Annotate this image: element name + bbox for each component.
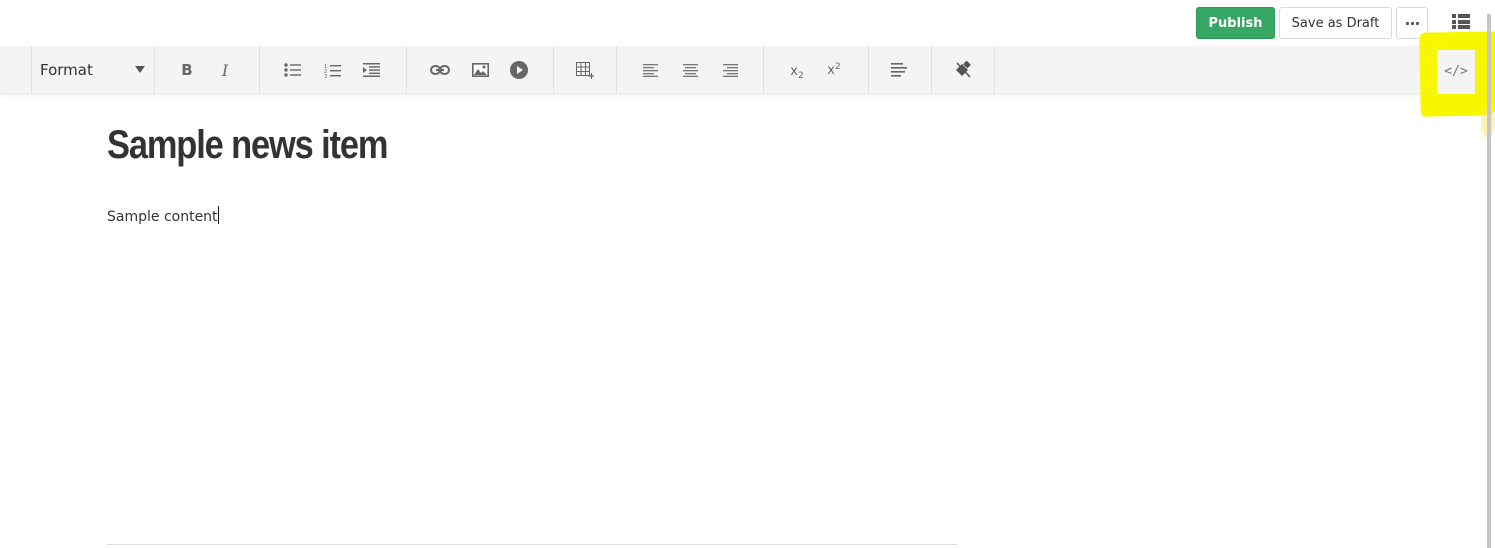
clear-formatting-button[interactable] (950, 58, 976, 82)
text-cursor (217, 206, 219, 224)
toolbar-divider (616, 46, 617, 94)
image-icon (471, 63, 489, 77)
superscript-mark: 2 (834, 62, 841, 72)
toolbar-divider (931, 46, 932, 94)
more-dot (1410, 21, 1414, 25)
toolbar-divider (406, 46, 407, 94)
list-bullet (1452, 14, 1456, 18)
content-paragraph[interactable]: Sample content (107, 206, 957, 226)
page-title[interactable]: Sample news item (107, 110, 838, 180)
list-bar (1458, 25, 1470, 29)
table-button[interactable] (572, 58, 598, 82)
bullet-list-icon (284, 63, 301, 77)
list-bar (1458, 14, 1470, 18)
editor-area[interactable]: Sample news item Sample content (107, 110, 957, 226)
superscript-base: x (827, 63, 835, 78)
bold-icon: B (181, 61, 193, 79)
more-horizontal-icon (1405, 21, 1409, 25)
toolbar-divider (553, 46, 554, 94)
toolbar-divider (259, 46, 260, 94)
more-dot (1415, 21, 1419, 25)
toolbar-divider (154, 46, 155, 94)
play-icon (510, 61, 528, 79)
numbered-list-button[interactable]: 123 (320, 58, 346, 82)
align-right-icon (722, 63, 738, 77)
image-button[interactable] (467, 58, 493, 82)
subscript-base: x (790, 63, 798, 79)
svg-text:3: 3 (324, 74, 327, 78)
video-button[interactable] (506, 58, 532, 82)
list-view-icon[interactable] (1452, 14, 1470, 29)
format-dropdown[interactable]: Format (32, 46, 154, 94)
italic-button[interactable]: I (212, 58, 238, 82)
toolbar-divider (994, 46, 995, 94)
code-icon: </> (1444, 63, 1468, 79)
superscript-icon: x2 (827, 62, 840, 78)
paragraph-icon (891, 63, 907, 77)
format-dropdown-label: Format (40, 61, 93, 79)
indent-button[interactable] (359, 58, 385, 82)
editor-bottom-divider (107, 544, 957, 545)
toolbar-divider (763, 46, 764, 94)
toolbar-divider (868, 46, 869, 94)
indent-icon (363, 63, 380, 77)
paragraph-format-button[interactable] (886, 58, 912, 82)
link-icon (430, 65, 450, 75)
align-right-button[interactable] (717, 58, 743, 82)
align-left-button[interactable] (637, 58, 663, 82)
link-button[interactable] (427, 58, 453, 82)
subscript-button[interactable]: x2 (784, 60, 810, 84)
align-center-button[interactable] (677, 58, 703, 82)
list-bullet (1452, 25, 1456, 29)
bold-button[interactable]: B (174, 58, 200, 82)
italic-icon: I (221, 60, 229, 80)
eraser-icon (956, 61, 971, 78)
top-bar: Publish Save as Draft (0, 0, 1495, 46)
subscript-mark: 2 (797, 70, 804, 81)
list-bar (1458, 19, 1470, 24)
vertical-scrollbar[interactable] (1487, 14, 1491, 548)
subscript-icon: x2 (790, 64, 803, 81)
caret-down-icon (135, 66, 145, 73)
superscript-button[interactable]: x2 (821, 58, 847, 82)
content-text: Sample content (107, 209, 218, 225)
table-icon (576, 61, 594, 79)
list-bullet (1452, 19, 1456, 24)
editor-toolbar: Format B I 123 x2 x2 (0, 46, 1487, 94)
save-as-draft-button[interactable]: Save as Draft (1279, 7, 1392, 39)
bullet-list-button[interactable] (280, 58, 306, 82)
align-left-icon (642, 63, 658, 77)
numbered-list-icon: 123 (324, 64, 341, 78)
code-view-button[interactable]: </> (1437, 57, 1475, 85)
publish-button[interactable]: Publish (1196, 7, 1275, 39)
align-center-icon (682, 63, 698, 77)
